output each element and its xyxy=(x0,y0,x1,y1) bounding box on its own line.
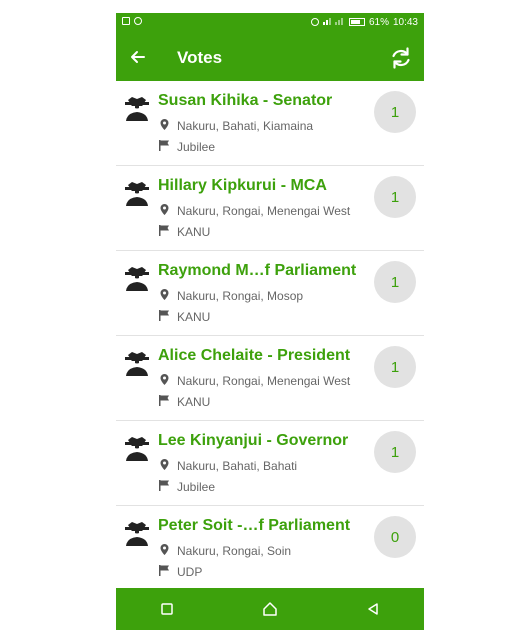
flag-icon xyxy=(158,139,171,155)
candidate-party: Jubilee xyxy=(158,479,215,495)
image-notification-icon xyxy=(122,17,130,25)
vote-count-badge: 1 xyxy=(374,91,416,133)
candidate-avatar-icon xyxy=(124,349,150,377)
location-pin-icon xyxy=(158,543,171,559)
candidate-location: Nakuru, Rongai, Menengai West xyxy=(158,373,350,389)
battery-icon xyxy=(348,18,365,26)
party-text: KANU xyxy=(177,225,211,239)
candidate-party: KANU xyxy=(158,394,210,410)
candidate-avatar-icon xyxy=(124,179,150,207)
system-nav-bar xyxy=(116,588,424,630)
location-pin-icon xyxy=(158,458,171,474)
candidate-name: Hillary Kipkurui - MCA xyxy=(158,177,327,194)
vote-list-item[interactable]: Hillary Kipkurui - MCA Nakuru, Rongai, Me… xyxy=(116,166,424,251)
square-icon xyxy=(161,603,174,615)
back-button[interactable] xyxy=(126,45,152,69)
refresh-icon xyxy=(392,47,410,69)
flag-icon xyxy=(158,224,171,240)
candidate-party: KANU xyxy=(158,309,210,325)
vote-list-item[interactable]: Alice Chelaite - President Nakuru, Rongai… xyxy=(116,336,424,421)
signal-icon xyxy=(322,16,345,28)
vote-count-badge: 0 xyxy=(374,516,416,558)
phone-screen: 61% 10:43 Votes Susan Kihika - Senator Na… xyxy=(116,13,424,630)
vote-list-item[interactable]: Raymond M…f Parliament Nakuru, Rongai, Mo… xyxy=(116,251,424,336)
candidate-name: Alice Chelaite - President xyxy=(158,347,351,364)
candidate-location: Nakuru, Rongai, Soin xyxy=(158,543,291,559)
vote-count-badge: 1 xyxy=(374,346,416,388)
candidate-location: Nakuru, Rongai, Menengai West xyxy=(158,203,350,219)
vote-count-badge: 1 xyxy=(374,176,416,218)
refresh-button[interactable] xyxy=(388,45,414,71)
vote-list-item[interactable]: Susan Kihika - Senator Nakuru, Bahati, Ki… xyxy=(116,81,424,166)
candidate-name: Raymond M…f Parliament xyxy=(158,262,357,279)
location-text: Nakuru, Rongai, Menengai West xyxy=(177,204,351,218)
candidate-avatar-icon xyxy=(124,519,150,547)
vote-count-badge: 1 xyxy=(374,261,416,303)
arrow-left-icon xyxy=(131,51,145,63)
app-bar: Votes xyxy=(116,33,424,81)
location-text: Nakuru, Rongai, Soin xyxy=(177,544,292,558)
candidate-avatar-icon xyxy=(124,434,150,462)
location-text: Nakuru, Rongai, Mosop xyxy=(177,289,304,303)
status-left-icons xyxy=(122,17,142,25)
back-nav-button[interactable] xyxy=(357,595,389,623)
location-pin-icon xyxy=(158,118,171,134)
candidate-name: Lee Kinyanjui - Governor xyxy=(158,432,349,449)
candidate-name: Susan Kihika - Senator xyxy=(158,92,333,109)
status-bar: 61% 10:43 xyxy=(116,13,424,33)
hotspot-icon xyxy=(310,18,319,26)
party-text: UDP xyxy=(177,565,203,579)
location-text: Nakuru, Bahati, Bahati xyxy=(177,459,298,473)
recent-apps-button[interactable] xyxy=(151,595,183,623)
location-text: Nakuru, Bahati, Kiamaina xyxy=(177,119,314,133)
home-button[interactable] xyxy=(254,595,286,623)
flag-icon xyxy=(158,309,171,325)
location-pin-icon xyxy=(158,373,171,389)
flag-icon xyxy=(158,394,171,410)
location-text: Nakuru, Rongai, Menengai West xyxy=(177,374,351,388)
candidate-location: Nakuru, Rongai, Mosop xyxy=(158,288,303,304)
candidate-name: Peter Soit -…f Parliament xyxy=(158,517,351,534)
home-icon xyxy=(263,602,277,616)
clock-time: 10:43 xyxy=(392,16,418,28)
page-title: Votes xyxy=(177,48,223,67)
candidate-avatar-icon xyxy=(124,264,150,292)
party-text: KANU xyxy=(177,395,211,409)
battery-percent: 61% xyxy=(368,16,389,28)
party-text: Jubilee xyxy=(177,480,216,494)
vote-list-item[interactable]: Lee Kinyanjui - Governor Nakuru, Bahati, … xyxy=(116,421,424,506)
candidate-party: UDP xyxy=(158,564,202,580)
candidate-location: Nakuru, Bahati, Bahati xyxy=(158,458,297,474)
flag-icon xyxy=(158,564,171,580)
candidate-party: Jubilee xyxy=(158,139,215,155)
location-pin-icon xyxy=(158,288,171,304)
triangle-back-icon xyxy=(367,603,378,615)
status-right-icons: 61% 10:43 xyxy=(310,16,418,28)
party-text: Jubilee xyxy=(177,140,216,154)
candidate-party: KANU xyxy=(158,224,210,240)
location-pin-icon xyxy=(158,203,171,219)
party-text: KANU xyxy=(177,310,211,324)
vote-list-item[interactable]: Peter Soit -…f Parliament Nakuru, Rongai,… xyxy=(116,506,424,591)
candidate-location: Nakuru, Bahati, Kiamaina xyxy=(158,118,313,134)
flag-icon xyxy=(158,479,171,495)
votes-list: Susan Kihika - Senator Nakuru, Bahati, Ki… xyxy=(116,81,424,591)
candidate-avatar-icon xyxy=(124,94,150,122)
sync-notification-icon xyxy=(134,17,142,25)
vote-count-badge: 1 xyxy=(374,431,416,473)
